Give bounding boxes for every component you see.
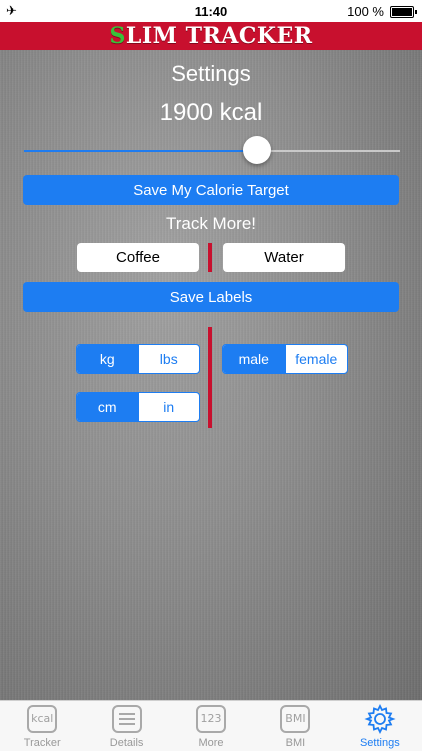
height-unit-cm[interactable]: cm — [77, 393, 138, 421]
battery-percent: 100 % — [347, 4, 384, 19]
logo-first-letter: S — [109, 23, 126, 49]
save-labels-button[interactable]: Save Labels — [23, 282, 399, 312]
battery-icon — [390, 6, 417, 18]
red-divider — [208, 243, 212, 272]
tab-label: Details — [109, 737, 144, 749]
height-unit-control: cm in — [76, 392, 200, 422]
123-icon: 123 — [196, 705, 227, 733]
kcal-icon: kcal — [27, 705, 58, 733]
custom-label-field-2[interactable]: Water — [223, 243, 345, 272]
calorie-slider[interactable] — [24, 150, 400, 152]
app-logo: SLIM TRACKER — [109, 23, 312, 49]
save-calorie-target-button[interactable]: Save My Calorie Target — [23, 175, 399, 205]
tab-settings[interactable]: Settings — [338, 701, 422, 751]
custom-label-field-1[interactable]: Coffee — [77, 243, 199, 272]
slider-thumb[interactable] — [243, 136, 272, 164]
tab-more[interactable]: 123 More — [169, 701, 253, 751]
weight-unit-kg[interactable]: kg — [77, 345, 138, 373]
tab-tracker[interactable]: kcal Tracker — [0, 701, 84, 751]
height-unit-in[interactable]: in — [137, 393, 200, 421]
list-icon — [111, 705, 142, 733]
weight-unit-control: kg lbs — [76, 344, 200, 374]
tab-label: BMI — [285, 737, 306, 749]
gender-male[interactable]: male — [223, 345, 285, 373]
page-title: Settings — [171, 61, 251, 86]
tab-label: Settings — [359, 737, 400, 749]
logo-rest: LIM TRACKER — [125, 23, 313, 49]
bmi-icon: BMI — [280, 705, 311, 733]
status-bar: ✈ 11:40 100 % — [0, 0, 422, 22]
calorie-value: 1900 kcal — [159, 99, 263, 126]
gender-female[interactable]: female — [284, 345, 348, 373]
gender-control: male female — [222, 344, 348, 374]
app-title-bar: SLIM TRACKER — [0, 22, 422, 50]
tab-bmi[interactable]: BMI BMI — [253, 701, 337, 751]
tab-bar: kcal Tracker Details 123 More BMI BMI Se… — [0, 700, 422, 751]
slider-fill — [24, 150, 258, 152]
red-divider — [208, 327, 212, 428]
tab-details[interactable]: Details — [84, 701, 168, 751]
tab-label: Tracker — [23, 737, 61, 749]
weight-unit-lbs[interactable]: lbs — [137, 345, 200, 373]
tab-label: More — [198, 737, 224, 749]
track-more-label: Track More! — [165, 214, 257, 233]
gear-icon — [364, 703, 396, 735]
